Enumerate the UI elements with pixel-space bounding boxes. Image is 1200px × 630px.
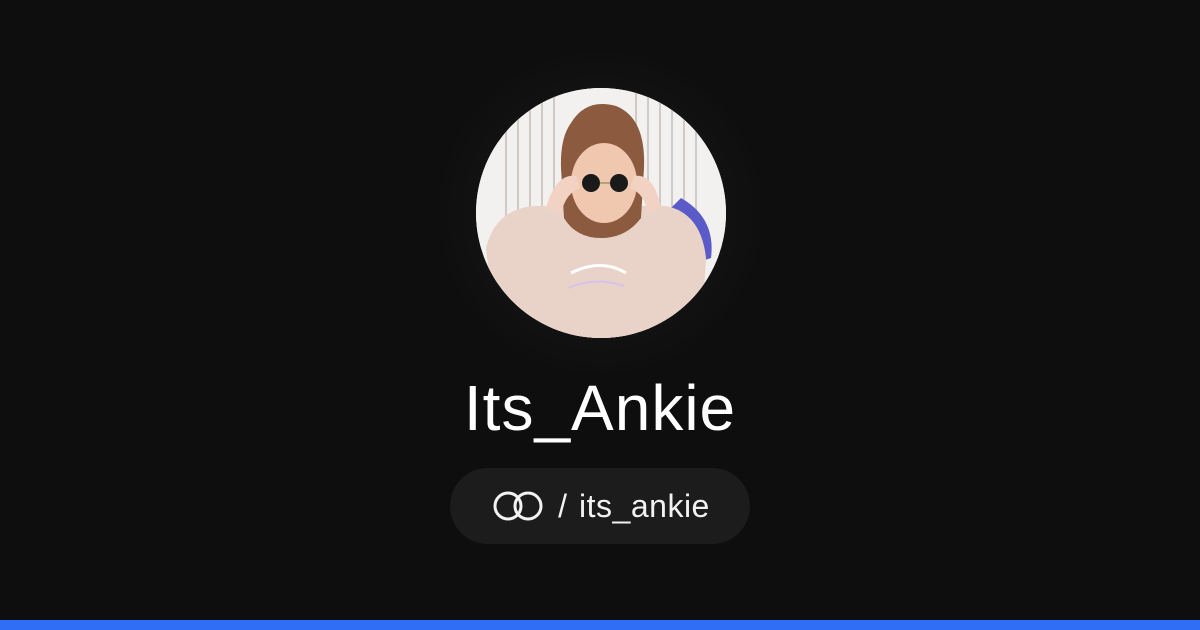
- handle-text: its_ankie: [579, 488, 710, 524]
- avatar-photo: [476, 88, 726, 338]
- avatar[interactable]: [476, 88, 726, 338]
- profile-card: Its_Ankie / its_ankie: [0, 0, 1200, 630]
- handle-link[interactable]: / its_ankie: [450, 468, 750, 544]
- accent-bar: [0, 620, 1200, 630]
- linked-rings-icon: [490, 490, 546, 522]
- handle-separator: /: [558, 488, 568, 524]
- display-name: Its_Ankie: [463, 372, 737, 444]
